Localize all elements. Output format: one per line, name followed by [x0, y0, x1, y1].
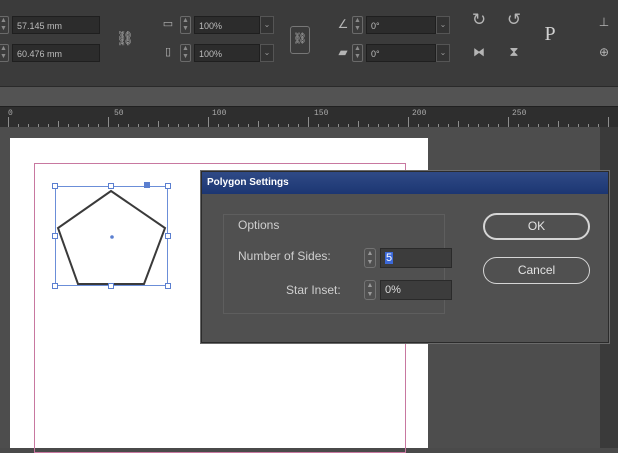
align-top-icon[interactable]: ⊥	[596, 14, 612, 30]
corner-options-handle[interactable]	[144, 182, 150, 188]
ok-button[interactable]: OK	[483, 213, 590, 240]
sides-spinner[interactable]: ▲ ▼	[364, 248, 376, 268]
scale-y-field[interactable]: 100%	[194, 44, 260, 62]
control-panel: ▲ ▼ 57.145 mm ▲ ▼ 60.476 mm ⛓ ▭ ▲ ▼ 100% ⌄ …	[0, 0, 618, 87]
ruler-label: 250	[512, 109, 527, 118]
ruler-label: 50	[114, 109, 124, 118]
number-of-sides-label: Number of Sides:	[238, 249, 331, 263]
horizontal-ruler[interactable]: 0 50 100 150 200 250	[0, 106, 618, 128]
ruler-tick	[408, 117, 409, 127]
rotate-dropdown[interactable]: ⌄	[436, 16, 450, 34]
scale-x-field[interactable]: 100%	[194, 16, 260, 34]
height-field[interactable]: 60.476 mm	[12, 44, 100, 62]
shear-spinner[interactable]: ▲ ▼	[352, 44, 363, 62]
flip-vertical-icon[interactable]: ⧗	[505, 44, 523, 60]
shear-dropdown[interactable]: ⌄	[436, 44, 450, 62]
tab-strip	[0, 87, 618, 106]
scale-x-spinner[interactable]: ▲ ▼	[180, 16, 191, 34]
number-of-sides-input[interactable]: 5	[380, 248, 452, 268]
distribute-icon[interactable]: ⊕	[596, 44, 612, 60]
scale-y-spinner[interactable]: ▲ ▼	[180, 44, 191, 62]
ruler-tick	[308, 117, 309, 127]
width-field[interactable]: 57.145 mm	[12, 16, 100, 34]
ruler-label: 200	[412, 109, 427, 118]
constrain-scale-icon[interactable]: ⛓	[290, 26, 310, 54]
rotate-clockwise-icon[interactable]: ↻	[470, 11, 488, 28]
resize-handle[interactable]	[52, 233, 58, 239]
ruler-label: 150	[314, 109, 329, 118]
options-group-label: Options	[238, 218, 280, 232]
flip-horizontal-icon[interactable]: ⧓	[470, 44, 488, 60]
rotate-spinner[interactable]: ▲ ▼	[352, 16, 363, 34]
selection-frame[interactable]	[55, 186, 168, 286]
ruler-tick	[8, 117, 9, 127]
ruler-tick	[208, 117, 209, 127]
resize-handle[interactable]	[165, 233, 171, 239]
reference-point-p-icon: P	[544, 23, 556, 45]
resize-handle[interactable]	[165, 183, 171, 189]
dialog-title[interactable]: Polygon Settings	[202, 172, 608, 194]
scale-y-icon: ▯	[164, 46, 172, 58]
resize-handle[interactable]	[165, 283, 171, 289]
constrain-proportions-icon[interactable]: ⛓	[115, 30, 135, 46]
ruler-tick	[108, 117, 109, 127]
rotate-counterclockwise-icon[interactable]: ↺	[505, 11, 523, 28]
ruler-tick	[508, 117, 509, 127]
cancel-button[interactable]: Cancel	[483, 257, 590, 284]
shear-icon: ▰	[338, 45, 348, 59]
resize-handle[interactable]	[52, 183, 58, 189]
rotate-icon: ∠	[337, 17, 349, 31]
w-spinner[interactable]: ▲ ▼	[0, 16, 9, 34]
ruler-tick	[608, 117, 609, 127]
polygon-settings-dialog: Polygon Settings Options Number of Sides…	[201, 171, 609, 343]
star-inset-input[interactable]: 0%	[380, 280, 452, 300]
star-inset-label: Star Inset:	[286, 283, 341, 297]
star-inset-spinner[interactable]: ▲ ▼	[364, 280, 376, 300]
resize-handle[interactable]	[108, 183, 114, 189]
resize-handle[interactable]	[108, 283, 114, 289]
ruler-label: 100	[212, 109, 227, 118]
resize-handle[interactable]	[52, 283, 58, 289]
h-spinner[interactable]: ▲ ▼	[0, 44, 9, 62]
scale-x-dropdown[interactable]: ⌄	[260, 16, 274, 34]
sides-value: 5	[385, 252, 394, 264]
scale-y-dropdown[interactable]: ⌄	[260, 44, 274, 62]
rotate-field[interactable]: 0°	[366, 16, 436, 34]
scale-x-icon: ▭	[162, 18, 174, 30]
shear-field[interactable]: 0°	[366, 44, 436, 62]
